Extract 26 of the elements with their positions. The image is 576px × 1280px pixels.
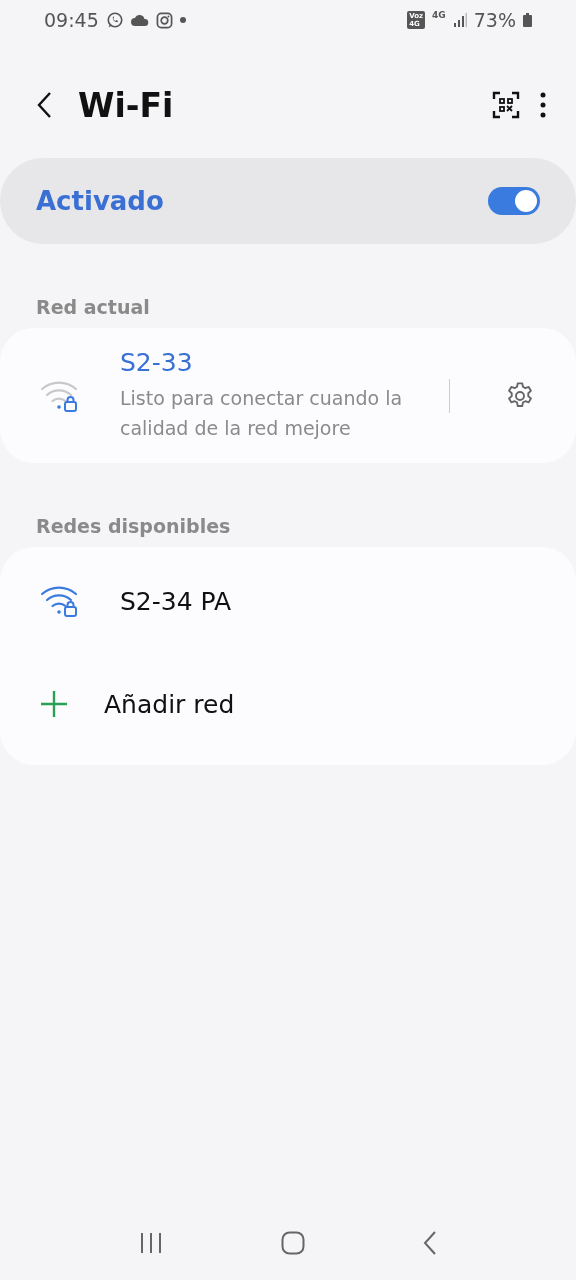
network-name[interactable]: S2-33	[120, 348, 409, 377]
network-name[interactable]: S2-34 PA	[120, 586, 232, 616]
more-options-button[interactable]	[540, 92, 546, 118]
section-heading: Red actual	[35, 295, 151, 320]
plus-icon	[40, 690, 68, 718]
battery-percent: 73%	[473, 9, 516, 31]
network-type: 4G	[432, 10, 446, 20]
battery-icon	[523, 13, 532, 27]
camera-app-icon	[155, 11, 173, 29]
page-title: Wi-Fi	[78, 85, 174, 125]
back-button[interactable]	[36, 91, 52, 119]
back-nav-button[interactable]	[423, 1231, 437, 1255]
switch-label: Activado	[36, 186, 164, 216]
wifi-switch-bar[interactable]: Activado	[0, 158, 576, 244]
dot-icon	[179, 17, 186, 23]
signal-icon	[452, 13, 467, 27]
recent-apps-button[interactable]	[139, 1232, 163, 1254]
add-network-link[interactable]: Añadir red	[104, 689, 235, 719]
chat-app-icon	[105, 11, 124, 29]
qr-code-button[interactable]	[492, 91, 520, 119]
cloud-icon	[130, 14, 149, 26]
toggle-switch[interactable]	[488, 187, 540, 215]
section-heading: Redes disponibles	[35, 514, 232, 539]
network-status: Listo para conectar cuando la calidad de la red mejore	[120, 386, 404, 441]
home-button[interactable]	[281, 1231, 305, 1255]
clock: 09:45	[44, 9, 99, 31]
